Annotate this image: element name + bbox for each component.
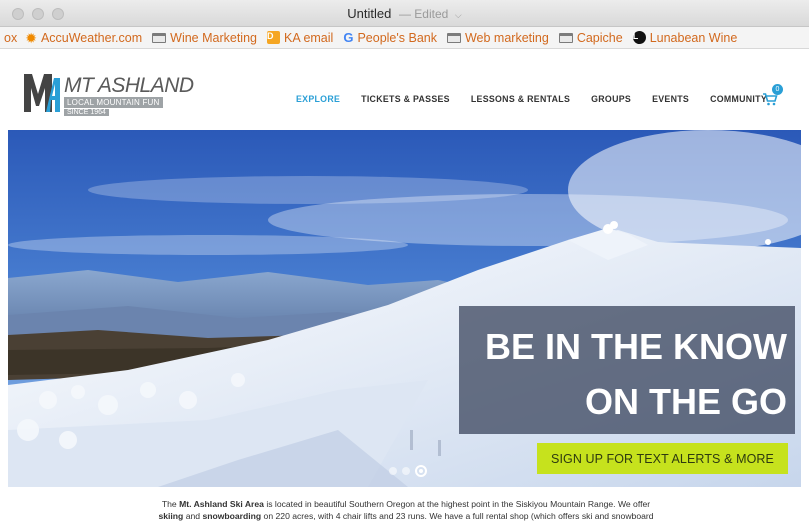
folder-icon (558, 32, 573, 43)
bookmark-web-marketing[interactable]: Web marketing (446, 30, 549, 45)
bookmark-label: Lunabean Wine (649, 30, 738, 45)
bookmark-truncated[interactable]: ox (4, 31, 17, 45)
hero-headline-line2: ON THE GO (584, 381, 787, 422)
bookmark-label: ox (4, 30, 18, 45)
intro-text-3: and (183, 510, 203, 521)
slide-dot-3-active[interactable] (415, 465, 427, 477)
circle-logo-icon: L (632, 31, 646, 44)
bookmark-capiche[interactable]: Capiche (558, 30, 623, 45)
intro-snowboarding: snowboarding (202, 510, 262, 521)
logo-title: MT ASHLAND (64, 74, 194, 97)
text-alerts-signup-button[interactable]: SIGN UP FOR TEXT ALERTS & MORE (537, 443, 788, 474)
bookmark-label: Capiche (576, 30, 623, 45)
intro-ski-area-name: Mt. Ashland Ski Area (179, 499, 264, 509)
nav-events[interactable]: EVENTS (652, 94, 689, 104)
window-titlebar: Untitled — Edited ⌵ (0, 0, 809, 27)
nav-explore[interactable]: EXPLORE (296, 94, 340, 104)
nav-tickets-passes[interactable]: TICKETS & PASSES (361, 94, 450, 104)
intro-text-2: is located in beautiful Southern Oregon … (263, 499, 651, 509)
site-header: MT ASHLAND LOCAL MOUNTAIN FUN SINCE 1964… (8, 60, 801, 125)
window-title[interactable]: Untitled — Edited ⌵ (347, 6, 462, 21)
intro-paragraph: The Mt. Ashland Ski Area is located in b… (56, 499, 756, 522)
main-nav: EXPLORE TICKETS & PASSES LESSONS & RENTA… (296, 94, 767, 104)
bookmark-ka-email[interactable]: D KA email (266, 30, 334, 45)
title-chevron-icon[interactable]: ⌵ (455, 10, 462, 20)
edited-status: — Edited (398, 6, 449, 21)
folder-icon (152, 32, 167, 43)
google-icon: G (343, 30, 354, 45)
bookmark-accuweather[interactable]: ✹ AccuWeather.com (25, 31, 142, 45)
bookmark-label: AccuWeather.com (40, 30, 143, 45)
site-logo[interactable]: MT ASHLAND LOCAL MOUNTAIN FUN SINCE 1964 (24, 70, 194, 118)
logo-since: SINCE 1964 (64, 109, 109, 116)
cart-count-badge: 0 (772, 84, 783, 95)
bookmark-label: Web marketing (464, 30, 549, 45)
cart-button[interactable]: 0 (762, 84, 784, 106)
bookmark-peoples-bank[interactable]: G People's Bank (343, 30, 437, 45)
bookmark-lunabean-wine[interactable]: L Lunabean Wine (632, 30, 738, 45)
minimize-window-button[interactable] (32, 8, 44, 20)
window-controls[interactable] (12, 8, 64, 20)
nav-lessons-rentals[interactable]: LESSONS & RENTALS (471, 94, 570, 104)
slide-dot-1[interactable] (389, 467, 397, 475)
logo-subtitle: LOCAL MOUNTAIN FUN (64, 97, 163, 108)
bookmark-wine-marketing[interactable]: Wine Marketing (152, 31, 257, 45)
slider-pagination (389, 465, 427, 477)
logo-mark-icon (24, 74, 60, 112)
hero-headline-panel: BE IN THE KNOW ON THE GO (459, 306, 795, 434)
document-title: Untitled (347, 5, 392, 21)
folder-icon (446, 32, 461, 43)
intro-text-1: The (161, 499, 180, 509)
bookmarks-bar: ox ✹ AccuWeather.com Wine Marketing D KA… (0, 27, 809, 49)
zoom-window-button[interactable] (52, 8, 64, 20)
intro-skiing: skiing (158, 510, 184, 521)
bookmark-label: Wine Marketing (170, 30, 257, 45)
sun-icon: ✹ (25, 29, 37, 46)
nav-community[interactable]: COMMUNITY (710, 94, 767, 104)
nav-groups[interactable]: GROUPS (591, 94, 631, 104)
hero-slider[interactable]: BE IN THE KNOW ON THE GO SIGN UP FOR TEX… (8, 130, 801, 487)
bookmark-label: KA email (283, 30, 334, 45)
app-icon: D (266, 31, 280, 44)
slide-dot-2[interactable] (402, 467, 410, 475)
bookmark-label: People's Bank (357, 30, 437, 45)
close-window-button[interactable] (12, 8, 24, 20)
intro-text-4: on 220 acres, with 4 chair lifts and 23 … (261, 510, 654, 521)
hero-headline-line1: BE IN THE KNOW (485, 326, 787, 367)
